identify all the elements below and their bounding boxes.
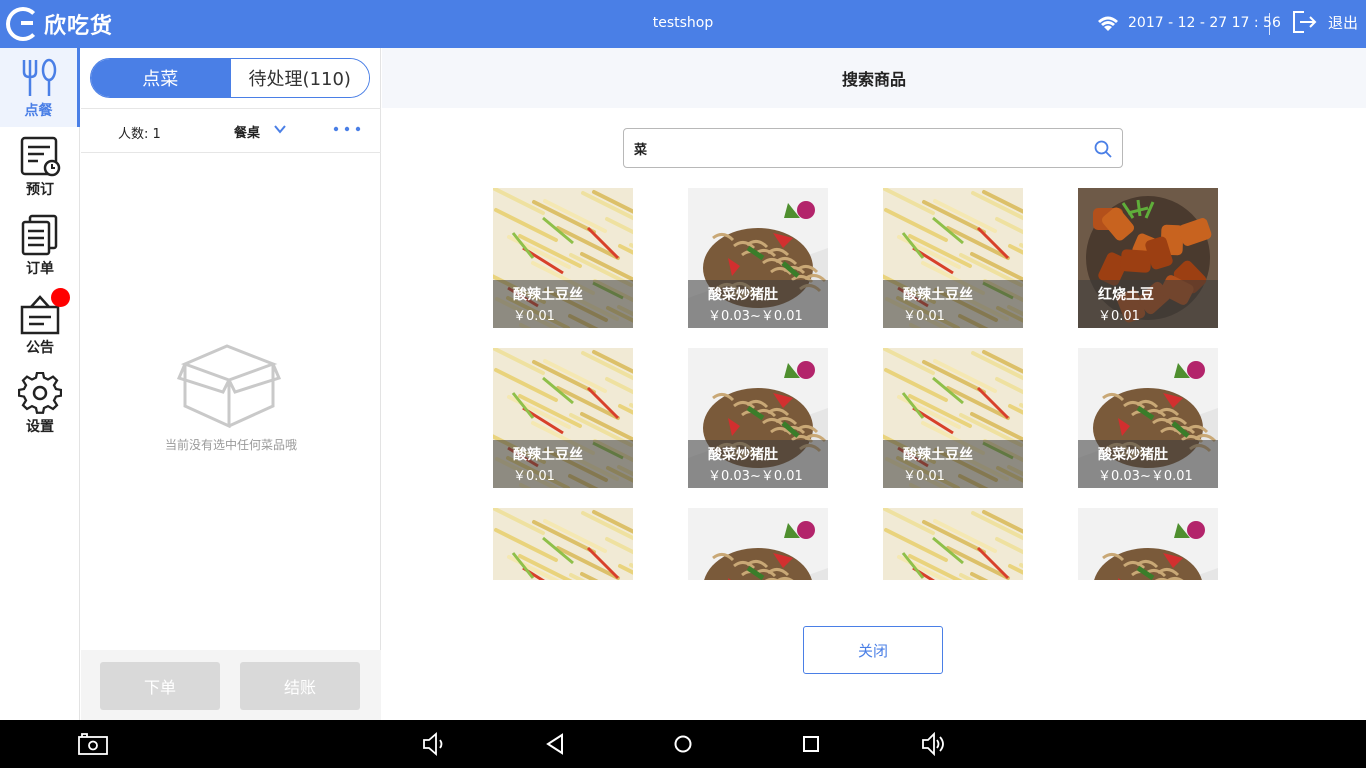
- product-price: ￥0.01: [513, 309, 555, 324]
- search-products-panel: 搜索商品 酸辣土豆丝 ￥0.01 酸菜炒猪肚 ￥0.03~￥0.01 酸辣土豆丝 ￥0.0…: [382, 48, 1366, 720]
- close-button[interactable]: 关闭: [803, 626, 943, 674]
- orders-icon: [21, 214, 58, 256]
- product-caption: 酸菜炒猪肚 ￥0.03~￥0.01: [688, 440, 828, 488]
- product-card[interactable]: 酸辣土豆丝 ￥0.01: [493, 348, 633, 488]
- tab-order-dishes[interactable]: 点菜: [91, 59, 230, 97]
- product-price: ￥0.01: [1098, 309, 1140, 324]
- nav-label: 点餐: [24, 103, 53, 119]
- tab-pending[interactable]: 待处理(110): [229, 59, 369, 97]
- product-caption: 酸辣土豆丝 ￥0.01: [883, 440, 1023, 488]
- brand-logo: 欣吃货: [6, 6, 113, 42]
- reservation-icon: [20, 136, 61, 177]
- android-system-bar: [0, 720, 1366, 768]
- top-bar: 欣吃货 testshop 2017 - 12 - 27 17 : 56 退出: [0, 0, 1366, 48]
- product-card[interactable]: [883, 508, 1023, 580]
- product-name: 酸辣土豆丝: [513, 447, 583, 463]
- product-card[interactable]: 酸辣土豆丝 ￥0.01: [493, 188, 633, 328]
- place-order-button[interactable]: 下单: [100, 662, 220, 710]
- recents-icon[interactable]: [798, 732, 824, 756]
- product-card[interactable]: [493, 508, 633, 580]
- product-caption: 酸辣土豆丝 ￥0.01: [883, 280, 1023, 328]
- home-icon[interactable]: [670, 732, 696, 756]
- order-panel-footer: 下单 结账: [81, 650, 381, 720]
- divider: [1269, 13, 1270, 35]
- order-tabs: 点菜 待处理(110): [90, 58, 370, 98]
- dish-image: [1078, 508, 1218, 580]
- empty-cart-text: 当前没有选中任何菜品哦: [164, 438, 297, 452]
- dish-image: [688, 508, 828, 580]
- product-caption: 酸菜炒猪肚 ￥0.03~￥0.01: [688, 280, 828, 328]
- empty-box-icon: [177, 344, 281, 428]
- exit-button[interactable]: 退出: [1292, 10, 1358, 34]
- product-price: ￥0.03~￥0.01: [1098, 469, 1193, 484]
- page-title: 搜索商品: [382, 48, 1366, 108]
- product-name: 酸菜炒猪肚: [1098, 447, 1168, 463]
- product-name: 酸菜炒猪肚: [708, 447, 778, 463]
- volume-up-icon[interactable]: [921, 732, 947, 756]
- side-nav: 点餐 预订 订单 公告 设置: [0, 48, 80, 720]
- product-card[interactable]: 酸菜炒猪肚 ￥0.03~￥0.01: [688, 348, 828, 488]
- gear-icon: [18, 372, 62, 414]
- product-card[interactable]: 酸菜炒猪肚 ￥0.03~￥0.01: [688, 188, 828, 328]
- chevron-down-icon[interactable]: [273, 122, 287, 136]
- product-card[interactable]: 酸菜炒猪肚 ￥0.03~￥0.01: [1078, 348, 1218, 488]
- product-caption: 酸辣土豆丝 ￥0.01: [493, 440, 633, 488]
- product-card[interactable]: [688, 508, 828, 580]
- order-info-row: 人数: 1 餐桌: [81, 108, 381, 153]
- product-price: ￥0.03~￥0.01: [708, 469, 803, 484]
- nav-item-orders[interactable]: 订单: [0, 206, 80, 285]
- logo-icon: [6, 7, 40, 41]
- product-card[interactable]: 红烧土豆 ￥0.01: [1078, 188, 1218, 328]
- product-caption: 红烧土豆 ￥0.01: [1078, 280, 1218, 328]
- volume-down-icon[interactable]: [421, 732, 447, 756]
- people-count: 人数: 1: [118, 127, 161, 142]
- nav-item-settings[interactable]: 设置: [0, 364, 80, 443]
- search-box: [623, 128, 1123, 168]
- more-options-icon[interactable]: [332, 119, 362, 139]
- product-card[interactable]: 酸辣土豆丝 ￥0.01: [883, 348, 1023, 488]
- product-name: 酸辣土豆丝: [903, 287, 973, 303]
- product-caption: 酸菜炒猪肚 ￥0.03~￥0.01: [1078, 440, 1218, 488]
- back-icon[interactable]: [543, 732, 569, 756]
- nav-label: 订单: [26, 261, 54, 277]
- product-card[interactable]: 酸辣土豆丝 ￥0.01: [883, 188, 1023, 328]
- product-grid: 酸辣土豆丝 ￥0.01 酸菜炒猪肚 ￥0.03~￥0.01 酸辣土豆丝 ￥0.01 红烧土豆…: [493, 188, 1218, 580]
- dish-image: [493, 508, 633, 580]
- product-price: ￥0.01: [903, 469, 945, 484]
- screenshot-icon[interactable]: [78, 732, 108, 756]
- search-input[interactable]: [634, 137, 1084, 159]
- table-selector[interactable]: 餐桌: [234, 122, 260, 141]
- datetime: 2017 - 12 - 27 17 : 56: [1128, 15, 1281, 31]
- brand-name: 欣吃货: [44, 14, 114, 39]
- fork-spoon-icon: [22, 58, 56, 96]
- notification-badge: [51, 288, 70, 307]
- wifi-icon: [1098, 16, 1118, 31]
- checkout-button[interactable]: 结账: [240, 662, 360, 710]
- product-price: ￥0.01: [903, 309, 945, 324]
- product-name: 酸辣土豆丝: [903, 447, 973, 463]
- product-name: 红烧土豆: [1098, 287, 1154, 303]
- product-price: ￥0.03~￥0.01: [708, 309, 803, 324]
- exit-icon: [1293, 11, 1317, 33]
- nav-label: 公告: [26, 340, 54, 356]
- product-card[interactable]: [1078, 508, 1218, 580]
- nav-item-reservation[interactable]: 预订: [0, 127, 80, 206]
- product-caption: 酸辣土豆丝 ￥0.01: [493, 280, 633, 328]
- order-panel: 点菜 待处理(110) 人数: 1 餐桌 当前没有选中任何菜品哦 下单 结账: [81, 48, 381, 720]
- product-price: ￥0.01: [513, 469, 555, 484]
- exit-label: 退出: [1328, 13, 1359, 32]
- dish-image: [883, 508, 1023, 580]
- nav-label: 预订: [26, 182, 54, 198]
- nav-label: 设置: [26, 419, 54, 435]
- search-icon[interactable]: [1093, 139, 1113, 159]
- product-name: 酸辣土豆丝: [513, 287, 583, 303]
- nav-item-order[interactable]: 点餐: [0, 48, 80, 127]
- product-name: 酸菜炒猪肚: [708, 287, 778, 303]
